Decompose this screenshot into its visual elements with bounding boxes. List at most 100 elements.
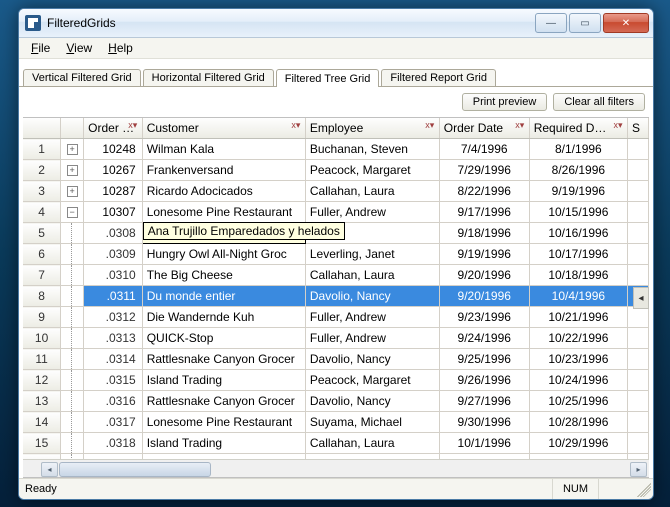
table-row[interactable]: 2+10267FrankenversandPeacock, Margaret7/… xyxy=(23,160,649,181)
expand-icon[interactable]: + xyxy=(67,165,78,176)
tab-vertical-filtered-grid[interactable]: Vertical Filtered Grid xyxy=(23,69,141,86)
tree-cell[interactable] xyxy=(61,265,84,286)
cell-order-id[interactable]: .0313 xyxy=(84,328,143,349)
cell-employee[interactable]: Callahan, Laura xyxy=(305,433,439,454)
cell-employee[interactable]: Buchanan, Steven xyxy=(305,139,439,160)
print-preview-button[interactable]: Print preview xyxy=(462,93,548,111)
expand-icon[interactable]: + xyxy=(67,186,78,197)
scroll-right-button[interactable]: ▸ xyxy=(630,462,647,477)
cell-s[interactable] xyxy=(628,223,649,244)
cell-order-id[interactable]: 10267 xyxy=(84,160,143,181)
row-header[interactable]: 3 xyxy=(23,181,61,202)
horizontal-scrollbar[interactable]: ◂ ▸ xyxy=(23,459,649,477)
collapse-icon[interactable]: − xyxy=(67,207,78,218)
cell-required-date[interactable]: 10/21/1996 xyxy=(529,307,627,328)
cell-order-date[interactable]: 10/1/1996 xyxy=(439,433,529,454)
menu-view[interactable]: View xyxy=(58,39,100,57)
table-row[interactable]: 9.0312Die Wandernde KuhFuller, Andrew9/2… xyxy=(23,307,649,328)
col-s[interactable]: S xyxy=(628,118,649,139)
cell-s[interactable] xyxy=(628,265,649,286)
tree-cell[interactable]: + xyxy=(61,160,84,181)
cell-order-date[interactable]: 8/22/1996 xyxy=(439,181,529,202)
cell-employee[interactable]: Peacock, Margaret xyxy=(305,370,439,391)
row-header[interactable]: 6 xyxy=(23,244,61,265)
cell-customer[interactable]: Ana Trujillo Emparedados y helados xyxy=(142,223,305,244)
tree-cell[interactable] xyxy=(61,349,84,370)
cell-order-id[interactable]: .0315 xyxy=(84,370,143,391)
col-order-id[interactable]: Order …x▾ xyxy=(84,118,143,139)
tree-cell[interactable] xyxy=(61,370,84,391)
cell-required-date[interactable]: 10/16/1996 xyxy=(529,223,627,244)
cell-customer[interactable]: Island Trading xyxy=(142,370,305,391)
cell-required-date[interactable]: 10/17/1996 xyxy=(529,244,627,265)
cell-employee[interactable]: Callahan, Laura xyxy=(305,265,439,286)
menu-help[interactable]: Help xyxy=(100,39,141,57)
tree-cell[interactable] xyxy=(61,412,84,433)
cell-employee[interactable]: Davolio, Nancy xyxy=(305,391,439,412)
table-row[interactable]: 6.0309Hungry Owl All-Night GrocLeverling… xyxy=(23,244,649,265)
cell-s[interactable] xyxy=(628,328,649,349)
table-row[interactable]: 3+10287Ricardo AdocicadosCallahan, Laura… xyxy=(23,181,649,202)
cell-required-date[interactable]: 9/19/1996 xyxy=(529,181,627,202)
row-header[interactable]: 12 xyxy=(23,370,61,391)
cell-customer[interactable]: QUICK-Stop xyxy=(142,328,305,349)
cell-customer[interactable]: Island Trading xyxy=(142,433,305,454)
cell-order-date[interactable]: 9/30/1996 xyxy=(439,412,529,433)
cell-order-date[interactable]: 9/20/1996 xyxy=(439,286,529,307)
tree-cell[interactable] xyxy=(61,433,84,454)
row-header[interactable]: 7 xyxy=(23,265,61,286)
cell-order-id[interactable]: 10248 xyxy=(84,139,143,160)
cell-order-id[interactable]: .0314 xyxy=(84,349,143,370)
table-row[interactable]: 10.0313QUICK-StopFuller, Andrew9/24/1996… xyxy=(23,328,649,349)
row-selector-marker[interactable]: ◂ xyxy=(633,287,649,309)
cell-required-date[interactable]: 10/18/1996 xyxy=(529,265,627,286)
cell-customer[interactable]: Wilman Kala xyxy=(142,139,305,160)
row-header[interactable]: 8 xyxy=(23,286,61,307)
expand-icon[interactable]: + xyxy=(67,144,78,155)
col-order-date[interactable]: Order Datex▾ xyxy=(439,118,529,139)
minimize-button[interactable]: — xyxy=(535,13,567,33)
table-row[interactable]: 8.0311Du monde entierDavolio, Nancy9/20/… xyxy=(23,286,649,307)
resize-grip[interactable] xyxy=(637,483,651,497)
cell-s[interactable] xyxy=(628,370,649,391)
filter-icon[interactable]: x▾ xyxy=(126,120,140,134)
cell-customer[interactable]: Ricardo Adocicados xyxy=(142,181,305,202)
cell-order-id[interactable]: .0309 xyxy=(84,244,143,265)
cell-employee[interactable]: Fuller, Andrew xyxy=(305,328,439,349)
cell-s[interactable] xyxy=(628,412,649,433)
cell-order-date[interactable]: 9/19/1996 xyxy=(439,244,529,265)
row-header[interactable]: 14 xyxy=(23,412,61,433)
tree-cell[interactable]: + xyxy=(61,139,84,160)
cell-customer[interactable]: Rattlesnake Canyon Grocer xyxy=(142,391,305,412)
tab-filtered-tree-grid[interactable]: Filtered Tree Grid xyxy=(276,69,380,87)
cell-order-date[interactable]: 9/27/1996 xyxy=(439,391,529,412)
cell-required-date[interactable]: 10/28/1996 xyxy=(529,412,627,433)
close-button[interactable]: ✕ xyxy=(603,13,649,33)
col-employee[interactable]: Employeex▾ xyxy=(305,118,439,139)
tab-horizontal-filtered-grid[interactable]: Horizontal Filtered Grid xyxy=(143,69,274,86)
tree-cell[interactable]: − xyxy=(61,202,84,223)
cell-employee[interactable]: Suyama, Michael xyxy=(305,412,439,433)
cell-order-id[interactable]: .0308 xyxy=(84,223,143,244)
cell-employee[interactable]: Peacock, Margaret xyxy=(305,160,439,181)
filter-icon[interactable]: x▾ xyxy=(513,120,527,134)
tree-cell[interactable] xyxy=(61,244,84,265)
tree-cell[interactable] xyxy=(61,307,84,328)
row-header[interactable]: 5 xyxy=(23,223,61,244)
tree-cell[interactable] xyxy=(61,223,84,244)
maximize-button[interactable]: ▭ xyxy=(569,13,601,33)
cell-order-id[interactable]: 10307 xyxy=(84,202,143,223)
cell-order-date[interactable]: 9/20/1996 xyxy=(439,265,529,286)
table-row[interactable]: 13.0316Rattlesnake Canyon GrocerDavolio,… xyxy=(23,391,649,412)
cell-s[interactable] xyxy=(628,349,649,370)
cell-employee[interactable]: Fuller, Andrew xyxy=(305,307,439,328)
row-header[interactable]: 4 xyxy=(23,202,61,223)
cell-order-date[interactable]: 7/4/1996 xyxy=(439,139,529,160)
row-header[interactable]: 10 xyxy=(23,328,61,349)
cell-employee[interactable]: Leverling, Janet xyxy=(305,244,439,265)
tree-cell[interactable]: + xyxy=(61,181,84,202)
cell-required-date[interactable]: 8/1/1996 xyxy=(529,139,627,160)
cell-customer[interactable]: Rattlesnake Canyon Grocer xyxy=(142,349,305,370)
cell-order-id[interactable]: .0311 xyxy=(84,286,143,307)
cell-order-date[interactable]: 9/18/1996 xyxy=(439,223,529,244)
